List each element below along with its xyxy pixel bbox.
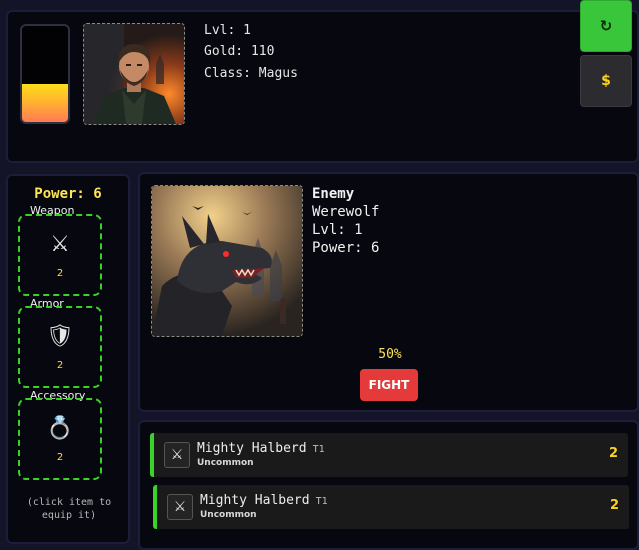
crossed-swords-icon: ⚔ — [167, 494, 193, 520]
health-bar — [20, 24, 70, 124]
enemy-level: Lvl: 1 — [312, 222, 363, 238]
warrior-portrait-image — [84, 24, 184, 124]
enemy-panel: Enemy Werewolf Lvl: 1 Power: 6 50% FIGHT — [138, 172, 639, 412]
enemy-name: Werewolf — [312, 204, 380, 220]
item-name-text: Mighty Halberd — [200, 493, 310, 508]
win-chance: 50% — [378, 347, 402, 362]
equip-hint: (click item to equip it) — [26, 497, 112, 521]
accessory-slot-count: 2 — [56, 452, 64, 463]
total-power: Power: 6 — [34, 186, 102, 202]
accessory-slot[interactable]: 💍 2 — [18, 398, 102, 480]
dollar-icon: $ — [601, 73, 611, 89]
refresh-button[interactable]: ↻ — [580, 0, 632, 52]
item-rarity: Uncommon — [200, 510, 257, 520]
enemy-portrait — [151, 185, 303, 337]
inventory-item[interactable]: ⚔ Mighty Halberd T1 Uncommon 2 — [150, 433, 628, 477]
ring-icon: 💍 — [46, 416, 74, 441]
inventory-item-name: Mighty Halberd T1 — [200, 493, 328, 508]
enemy-heading: Enemy — [312, 186, 355, 202]
hero-class: Class: Magus — [204, 66, 298, 81]
item-name-text: Mighty Halberd — [197, 441, 307, 456]
crossed-swords-icon: ⚔ — [164, 442, 190, 468]
armor-slot[interactable]: 🛡 2 — [18, 306, 102, 388]
weapon-slot-count: 2 — [56, 268, 64, 279]
inventory-item[interactable]: ⚔ Mighty Halberd T1 Uncommon 2 — [153, 485, 629, 529]
item-power: 2 — [608, 446, 618, 461]
weapon-slot[interactable]: ⚔ 2 — [18, 214, 102, 296]
item-rarity: Uncommon — [197, 458, 254, 468]
shield-icon: 🛡 — [46, 324, 74, 349]
gold-button[interactable]: $ — [580, 55, 632, 107]
hero-level: Lvl: 1 — [204, 23, 251, 38]
hero-panel: Lvl: 1 Gold: 110 Class: Magus — [6, 10, 639, 163]
hero-gold: Gold: 110 — [204, 44, 275, 59]
crossed-swords-icon: ⚔ — [50, 232, 70, 257]
item-power: 2 — [609, 498, 619, 513]
armor-slot-count: 2 — [56, 360, 64, 371]
health-bar-fill — [22, 83, 68, 122]
enemy-power: Power: 6 — [312, 240, 380, 256]
item-tier: T1 — [315, 496, 328, 507]
fight-button[interactable]: FIGHT — [360, 369, 418, 401]
refresh-icon: ↻ — [599, 17, 613, 35]
inventory-panel: ⚔ Mighty Halberd T1 Uncommon 2 ⚔ Mighty H… — [138, 420, 639, 550]
inventory-item-name: Mighty Halberd T1 — [197, 441, 325, 456]
hero-portrait — [83, 23, 185, 125]
werewolf-portrait-image — [152, 186, 302, 336]
equipment-panel: Power: 6 Weapon ⚔ 2 Armor 🛡 2 Accessory … — [6, 174, 130, 544]
item-tier: T1 — [312, 444, 325, 455]
